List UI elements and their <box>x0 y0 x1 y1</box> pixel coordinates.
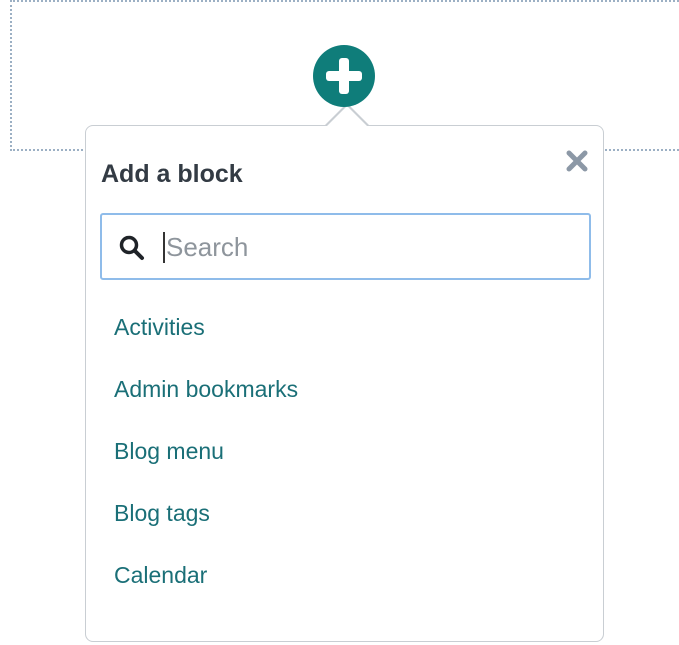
search-icon <box>118 234 146 262</box>
add-block-button[interactable] <box>313 45 375 107</box>
page: Add a block Activities Admin bookmarks B… <box>0 0 679 645</box>
block-item-blog-tags[interactable]: Blog tags <box>114 496 298 558</box>
close-icon[interactable] <box>564 148 590 174</box>
close-icon-svg <box>566 150 588 172</box>
block-item-admin-bookmarks[interactable]: Admin bookmarks <box>114 372 298 434</box>
search-field[interactable] <box>100 213 591 280</box>
plus-icon-bar <box>326 71 362 81</box>
block-item-activities[interactable]: Activities <box>114 310 298 372</box>
popover-arrow <box>327 106 367 126</box>
add-block-popover: Add a block Activities Admin bookmarks B… <box>85 125 604 642</box>
block-item-calendar[interactable]: Calendar <box>114 558 298 620</box>
search-input[interactable] <box>164 225 566 269</box>
popover-title: Add a block <box>101 160 243 188</box>
block-item-blog-menu[interactable]: Blog menu <box>114 434 298 496</box>
block-list: Activities Admin bookmarks Blog menu Blo… <box>114 310 298 620</box>
